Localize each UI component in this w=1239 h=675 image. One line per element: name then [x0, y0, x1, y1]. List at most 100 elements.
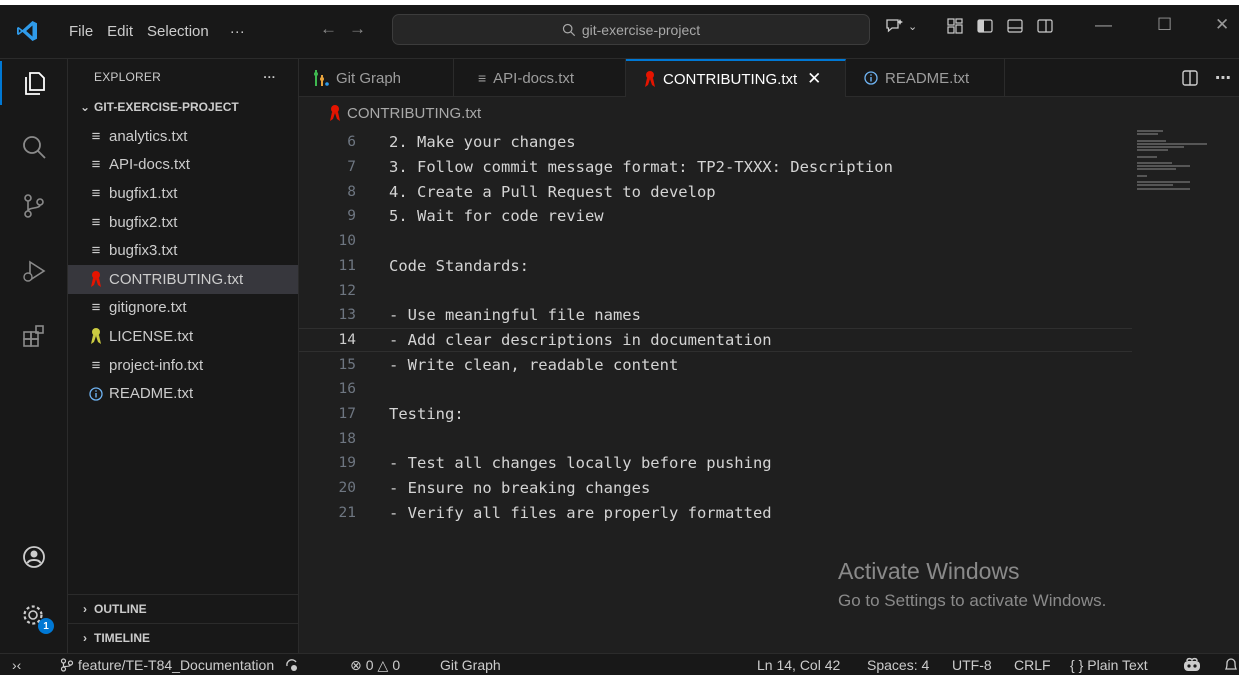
- code-line[interactable]: 11 Code Standards:: [299, 254, 1132, 279]
- file-item[interactable]: CONTRIBUTING.txt: [68, 264, 298, 294]
- menu-more[interactable]: ···: [216, 23, 252, 40]
- line-ending[interactable]: CRLF: [1014, 654, 1051, 675]
- code-line[interactable]: 20 - Ensure no breaking changes: [299, 476, 1132, 501]
- code-line[interactable]: 15 - Write clean, readable content: [299, 352, 1132, 377]
- sync-icon[interactable]: [284, 657, 300, 673]
- minimize-icon[interactable]: —: [1095, 15, 1112, 35]
- line-number: 13: [338, 307, 356, 324]
- lines-file-icon: ≡: [91, 213, 101, 231]
- encoding[interactable]: UTF-8: [952, 654, 992, 675]
- code-line[interactable]: 14 - Add clear descriptions in documentat…: [299, 327, 1132, 353]
- maximize-icon[interactable]: ☐: [1157, 15, 1172, 35]
- minimap[interactable]: [1137, 128, 1239, 653]
- chevron-down-icon: ⌄: [79, 100, 91, 114]
- code-line[interactable]: 8 4. Create a Pull Request to develop: [299, 179, 1132, 204]
- tab-contributing[interactable]: CONTRIBUTING.txt ✕: [626, 59, 846, 97]
- toggle-primary-sidebar-icon[interactable]: [976, 17, 994, 35]
- command-center-search[interactable]: git-exercise-project: [392, 14, 870, 45]
- explorer-activity[interactable]: [0, 61, 68, 105]
- warning-count: 0: [392, 657, 401, 673]
- copilot-status[interactable]: [1182, 654, 1202, 675]
- file-item[interactable]: ≡ bugfix1.txt: [68, 179, 298, 208]
- menu-edit[interactable]: Edit: [100, 23, 140, 40]
- explorer-title: EXPLORER: [94, 69, 161, 84]
- code-line[interactable]: 9 5. Wait for code review: [299, 204, 1132, 229]
- code-line[interactable]: 12: [299, 278, 1132, 303]
- customize-layout-icon[interactable]: [946, 17, 964, 35]
- code-line[interactable]: 21 - Verify all files are properly format…: [299, 501, 1132, 526]
- file-name: CONTRIBUTING.txt: [109, 270, 244, 288]
- line-text: 3. Follow commit message format: TP2-TXX…: [389, 158, 893, 177]
- forward-arrow-icon[interactable]: →: [349, 19, 366, 39]
- menu-selection[interactable]: Selection: [140, 23, 216, 40]
- activity-bar: 1: [0, 59, 68, 653]
- code-line[interactable]: 7 3. Follow commit message format: TP2-TX…: [299, 155, 1132, 180]
- indentation[interactable]: Spaces: 4: [867, 654, 929, 675]
- minimap-line: [1137, 155, 1157, 158]
- file-item[interactable]: ≡ API-docs.txt: [68, 151, 298, 180]
- manage-activity[interactable]: 1: [0, 594, 68, 638]
- file-item[interactable]: ≡ gitignore.txt: [68, 294, 298, 323]
- git-graph-status[interactable]: Git Graph: [440, 654, 501, 675]
- cursor-position[interactable]: Ln 14, Col 42: [757, 654, 840, 675]
- timeline-section[interactable]: › TIMELINE: [68, 623, 298, 652]
- problems-indicator[interactable]: ⊗ 0 △ 0: [350, 654, 400, 675]
- extensions-activity[interactable]: [0, 314, 68, 358]
- language-label: Plain Text: [1087, 657, 1148, 673]
- code-line[interactable]: 16: [299, 377, 1132, 402]
- file-item[interactable]: LICENSE.txt: [68, 322, 298, 351]
- run-debug-activity[interactable]: [0, 249, 68, 293]
- tab-api-docs[interactable]: ≡ API-docs.txt: [454, 59, 626, 97]
- file-item[interactable]: ≡ bugfix3.txt: [68, 236, 298, 265]
- search-activity[interactable]: [0, 125, 68, 169]
- file-item[interactable]: README.txt: [68, 379, 298, 408]
- tab-label: README.txt: [885, 69, 970, 87]
- file-item[interactable]: ≡ project-info.txt: [68, 351, 298, 380]
- lines-file-icon: ≡: [91, 184, 101, 202]
- code-line[interactable]: 10: [299, 229, 1132, 254]
- layout-controls: [946, 17, 1054, 35]
- lines-file-icon: ≡: [91, 299, 101, 317]
- minimap-line: [1137, 181, 1191, 184]
- language-mode[interactable]: { } Plain Text: [1070, 654, 1148, 675]
- activate-windows-subtitle: Go to Settings to activate Windows.: [838, 591, 1107, 610]
- menu-file[interactable]: File: [62, 23, 100, 40]
- ribbon-file-icon: [330, 105, 340, 121]
- remote-indicator[interactable]: ›‹: [12, 654, 21, 675]
- split-editor-icon[interactable]: [1181, 69, 1199, 87]
- file-item[interactable]: ≡ bugfix2.txt: [68, 208, 298, 237]
- code-line[interactable]: 19 - Test all changes locally before push…: [299, 451, 1132, 476]
- project-folder-header[interactable]: ⌄ GIT-EXERCISE-PROJECT: [68, 94, 298, 120]
- code-line[interactable]: 18: [299, 426, 1132, 451]
- vscode-logo-icon[interactable]: [15, 19, 39, 43]
- explorer-more-actions[interactable]: ···: [263, 70, 276, 84]
- file-item[interactable]: ≡ analytics.txt: [68, 122, 298, 151]
- code-line[interactable]: 13 - Use meaningful file names: [299, 303, 1132, 328]
- line-number: 7: [347, 159, 356, 176]
- close-tab-icon[interactable]: ✕: [807, 69, 821, 89]
- breadcrumb-file[interactable]: CONTRIBUTING.txt: [347, 105, 481, 122]
- close-window-icon[interactable]: ✕: [1215, 15, 1229, 35]
- source-control-activity[interactable]: [0, 184, 68, 228]
- timeline-label: TIMELINE: [94, 631, 150, 645]
- code-line[interactable]: 17 Testing:: [299, 402, 1132, 427]
- toggle-secondary-sidebar-icon[interactable]: [1036, 17, 1054, 35]
- copilot-icon: [1184, 657, 1200, 671]
- accounts-activity[interactable]: [0, 535, 68, 579]
- file-name: project-info.txt: [109, 356, 204, 374]
- outline-section[interactable]: › OUTLINE: [68, 594, 298, 623]
- text-editor[interactable]: 21 - Verify all files are properly format…: [299, 128, 1239, 653]
- tab-readme[interactable]: README.txt: [846, 59, 1005, 97]
- copilot-chat-button[interactable]: ⌄: [885, 17, 917, 35]
- tab-git-graph[interactable]: Git Graph: [299, 59, 454, 97]
- extensions-icon: [23, 325, 44, 347]
- back-arrow-icon[interactable]: ←: [320, 19, 337, 39]
- notifications[interactable]: [1224, 654, 1238, 675]
- more-actions-icon[interactable]: ⋯: [1215, 68, 1231, 88]
- code-line[interactable]: 6 2. Make your changes: [299, 130, 1132, 155]
- toggle-panel-icon[interactable]: [1006, 17, 1024, 35]
- minimap-line: [1137, 184, 1174, 187]
- branch-indicator[interactable]: feature/TE-T84_Documentation: [60, 654, 300, 675]
- branch-name: feature/TE-T84_Documentation: [78, 657, 275, 673]
- license-file-icon: [88, 327, 104, 345]
